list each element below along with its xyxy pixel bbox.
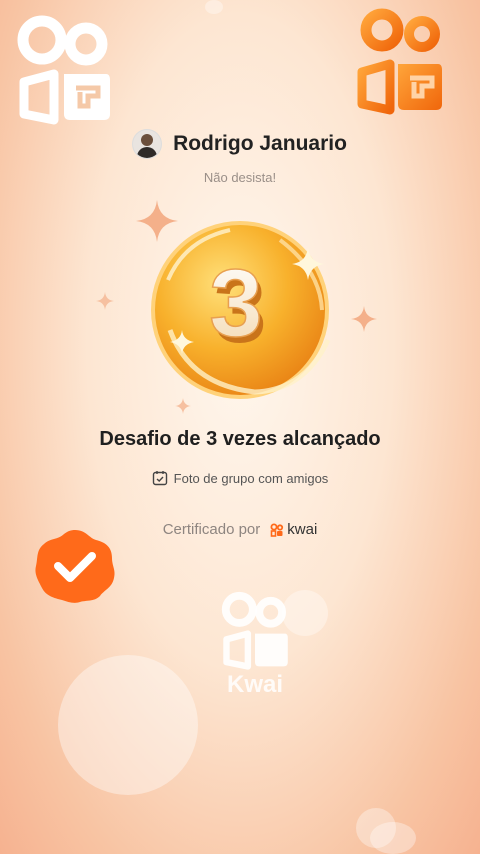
achievement-title: Desafio de 3 vezes alcançado bbox=[99, 428, 381, 450]
tagline: Não desista! bbox=[203, 170, 277, 185]
sparkle-icon bbox=[351, 306, 377, 332]
certified-by-label: Certificado por bbox=[162, 521, 261, 538]
achievement-medal: 3 3 bbox=[151, 221, 331, 399]
background-bokeh bbox=[205, 0, 223, 14]
kwai-watermark: Kwai bbox=[210, 588, 300, 708]
medal-number: 3 bbox=[209, 250, 262, 357]
kwai-brand: kwai bbox=[270, 521, 317, 538]
background-bokeh bbox=[370, 822, 416, 854]
achievement-task: Foto de grupo com amigos bbox=[0, 470, 480, 486]
kwai-watermark-logo-icon bbox=[221, 591, 288, 670]
avatar[interactable] bbox=[133, 130, 162, 158]
kwai-logo-orange-icon bbox=[357, 8, 442, 115]
kwai-brand-text: kwai bbox=[287, 521, 318, 538]
kwai-logo-icon bbox=[17, 15, 110, 125]
task-label: Foto de grupo com amigos bbox=[173, 470, 329, 486]
kwai-mini-logo-icon bbox=[270, 523, 284, 537]
watermark-text: Kwai bbox=[226, 671, 283, 698]
calendar-check-icon bbox=[152, 471, 167, 486]
background-bokeh bbox=[58, 655, 198, 795]
user-header: Rodrigo Januario bbox=[0, 130, 480, 158]
username: Rodrigo Januario bbox=[173, 132, 347, 155]
sparkle-icon bbox=[96, 292, 114, 310]
verified-badge-icon bbox=[35, 530, 115, 603]
